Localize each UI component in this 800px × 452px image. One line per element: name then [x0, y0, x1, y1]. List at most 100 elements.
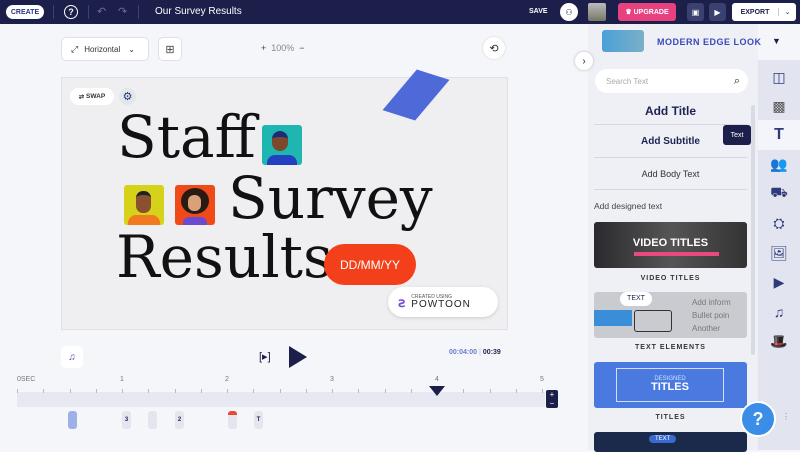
chevron-down-icon: ⌄: [128, 44, 135, 54]
help-button[interactable]: ?: [740, 401, 776, 437]
timeline-clip[interactable]: [148, 411, 157, 429]
total-time: 00:39: [482, 349, 501, 356]
date-badge[interactable]: DD/MM/YY: [324, 244, 416, 285]
bullet-list: Add inform Bullet poin Another: [692, 298, 731, 333]
timeline-clip[interactable]: T: [254, 411, 263, 429]
text-elements-card[interactable]: TEXT Add inform Bullet poin Another: [594, 292, 747, 338]
time-display: 00:04:00 | 00:39: [449, 349, 501, 356]
video-titles-card[interactable]: VIDEO TITLES: [594, 222, 747, 268]
images-icon[interactable]: 🖼: [758, 238, 800, 268]
search-text-input[interactable]: Search Text ⌕: [595, 69, 748, 93]
timeline-label: 1: [120, 376, 124, 383]
timeline-zoom-out[interactable]: −: [546, 399, 558, 408]
timeline-tick: [227, 389, 228, 393]
timeline-label: 0SEC: [17, 376, 36, 383]
timeline-tick: [95, 389, 97, 393]
watermark-brand-text: POWTOON: [411, 298, 471, 310]
card-preview-text: TEXT: [620, 292, 652, 306]
search-placeholder: Search Text: [606, 76, 649, 86]
card-preview-text: TEXT: [649, 435, 677, 443]
crown-icon: ♛: [625, 9, 634, 16]
orientation-label: Horizontal: [84, 44, 121, 54]
present-icon[interactable]: ▣: [687, 3, 704, 21]
card-label: TITLES: [655, 414, 686, 421]
save-button[interactable]: SAVE: [529, 8, 548, 15]
timeline-tick: [515, 389, 517, 393]
timeline-zoom-control[interactable]: + −: [546, 390, 558, 408]
play-icon[interactable]: [289, 346, 307, 368]
timeline-zoom-in[interactable]: +: [546, 390, 558, 399]
caret-down-icon[interactable]: ▼: [772, 36, 781, 46]
search-icon[interactable]: ⌕: [734, 75, 740, 88]
timeline-clip[interactable]: 2: [175, 411, 184, 429]
more-options-icon[interactable]: ⋮: [782, 412, 790, 421]
music-note-icon[interactable]: ♫: [758, 297, 800, 327]
zoom-in-button[interactable]: +: [261, 43, 266, 53]
add-title-button[interactable]: Add Title: [594, 104, 747, 118]
designed-titles-card[interactable]: DESIGNED TITLES: [594, 362, 747, 408]
style-name[interactable]: MODERN EDGE LOOK: [657, 37, 762, 47]
powtoon-logo-icon: ꙅ: [398, 293, 406, 310]
timeline-label: 5: [540, 376, 544, 383]
chevron-down-icon[interactable]: ⌄: [778, 8, 796, 16]
avatar[interactable]: [588, 3, 606, 21]
timeline-tick: [122, 389, 123, 393]
upgrade-button[interactable]: ♛ UPGRADE: [618, 3, 676, 21]
timeline-clip[interactable]: 3: [122, 411, 131, 429]
props-icon[interactable]: ⛟: [758, 178, 800, 208]
timeline-label: 4: [435, 376, 439, 383]
designed-text-heading: Add designed text: [594, 201, 663, 211]
blue-block-shape[interactable]: [382, 69, 450, 121]
card-label: TEXT ELEMENTS: [635, 344, 706, 351]
characters-icon[interactable]: 👥: [758, 149, 800, 179]
collapse-panel-button[interactable]: ›: [575, 52, 593, 70]
redo-icon[interactable]: ↷: [118, 5, 127, 18]
timeline-tick: [69, 389, 71, 393]
person-avatar-red[interactable]: [175, 185, 215, 225]
title-line-staff[interactable]: Staff: [117, 108, 256, 166]
person-avatar-teal[interactable]: [262, 125, 302, 165]
music-icon[interactable]: ♫: [61, 346, 83, 368]
project-title[interactable]: Our Survey Results: [155, 6, 242, 17]
text-card-4[interactable]: TEXT: [594, 432, 747, 452]
add-comment-icon[interactable]: ⟲: [483, 37, 505, 59]
share-user-icon[interactable]: ⚇: [560, 3, 578, 21]
zoom-out-button[interactable]: −: [299, 43, 304, 53]
background-pattern-icon[interactable]: ▩: [758, 91, 800, 121]
timeline-tick: [332, 389, 333, 393]
preview-play-icon[interactable]: ▶: [709, 3, 726, 21]
grid-icon[interactable]: ⊞: [158, 37, 182, 61]
title-line-survey[interactable]: Survey: [228, 169, 433, 227]
scene-canvas[interactable]: ⇄ SWAP ⚙ Staff Survey Results DD/MM/YY ꙅ…: [61, 69, 508, 330]
timeline-tick: [410, 389, 412, 393]
timeline-clip[interactable]: [68, 411, 77, 429]
person-avatar-yellow[interactable]: [124, 185, 164, 225]
panel-scrollbar[interactable]: [751, 105, 755, 355]
title-line-results[interactable]: Results: [116, 228, 333, 286]
upgrade-label: UPGRADE: [633, 8, 669, 16]
help-icon[interactable]: ?: [64, 5, 78, 19]
add-body-text-button[interactable]: Add Body Text: [594, 169, 747, 179]
timeline-tick: [489, 389, 491, 393]
create-button[interactable]: CREATE: [6, 5, 44, 19]
timeline-track[interactable]: [17, 392, 545, 407]
timeline-tick: [43, 389, 45, 393]
card-preview-text: VIDEO TITLES: [632, 237, 709, 249]
timeline-tick: [358, 389, 360, 393]
timeline-clip[interactable]: [228, 411, 237, 429]
orientation-select[interactable]: ⤢ Horizontal ⌄: [61, 37, 149, 61]
export-label: EXPORT: [740, 8, 770, 16]
play-scene-icon[interactable]: [▸]: [259, 350, 271, 363]
shapes-icon[interactable]: ⛭: [758, 208, 800, 238]
timeline-tick: [200, 389, 202, 393]
video-icon[interactable]: ▶: [758, 267, 800, 297]
swap-button[interactable]: ⇄ SWAP: [70, 88, 114, 105]
playhead[interactable]: [429, 386, 445, 396]
undo-icon[interactable]: ↶: [97, 5, 106, 18]
layout-icon[interactable]: ◫: [758, 62, 800, 92]
export-button[interactable]: EXPORT ⌄: [732, 3, 796, 21]
current-time: 00:04:00: [449, 349, 478, 356]
style-thumbnail[interactable]: [602, 30, 644, 52]
magic-hat-icon[interactable]: 🎩: [758, 326, 800, 356]
text-icon[interactable]: T: [758, 120, 800, 150]
